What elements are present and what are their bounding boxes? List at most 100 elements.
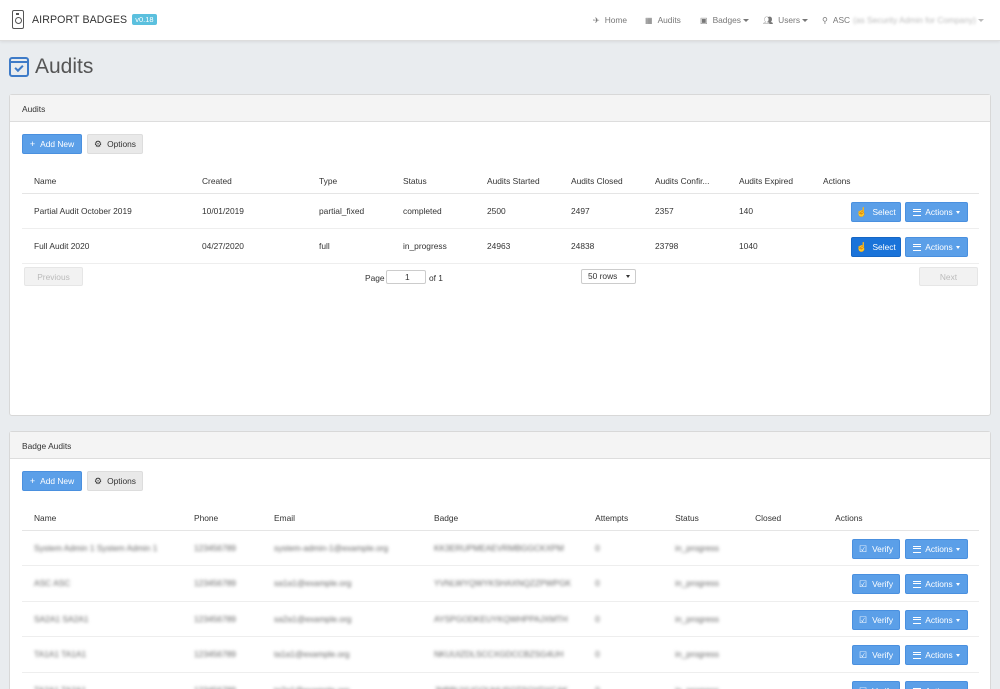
badge-code: JNBBUYUGQUHUSQTSQYDYCAK <box>422 672 584 689</box>
previous-page-button[interactable]: Previous <box>24 267 83 286</box>
col-type[interactable]: Type <box>307 169 391 194</box>
actions-label: Actions <box>925 242 953 252</box>
verify-button[interactable]: ☑ Verify <box>852 574 900 594</box>
nav-audits[interactable]: ▦ Audits <box>645 15 681 25</box>
badge-attempts: 0 <box>583 565 664 602</box>
col-audits-started[interactable]: Audits Started <box>475 169 559 194</box>
page-header: Audits <box>9 55 93 79</box>
actions-dropdown-button[interactable]: Actions <box>905 237 968 257</box>
actions-dropdown-button[interactable]: Actions <box>905 681 968 689</box>
audit-type: full <box>307 228 391 264</box>
page-number-input[interactable]: 1 <box>386 270 426 284</box>
plus-icon: + <box>29 139 36 149</box>
badge-email: sa2a1@example.org <box>262 601 422 637</box>
verify-label: Verify <box>872 579 894 589</box>
badge-audits-panel-heading: Badge Audits <box>10 432 990 459</box>
badge-attempts: 0 <box>583 601 664 637</box>
verify-button[interactable]: ☑ Verify <box>852 539 900 559</box>
badge-closed <box>743 530 824 566</box>
col-closed[interactable]: Closed <box>743 506 824 531</box>
actions-dropdown-button[interactable]: Actions <box>905 574 968 594</box>
actions-dropdown-button[interactable]: Actions <box>905 202 968 222</box>
badge-user-name: System Admin 1 System Admin 1 <box>22 530 182 566</box>
badge-phone: 123456789 <box>182 672 262 689</box>
audit-name: Full Audit 2020 <box>22 228 190 264</box>
page-count-label: of 1 <box>429 273 443 283</box>
version-badge: v0.18 <box>132 14 157 25</box>
col-audits-expired[interactable]: Audits Expired <box>727 169 811 194</box>
nav-badges[interactable]: ▣ Badges <box>700 15 749 25</box>
table-row: Partial Audit October 2019 10/01/2019 pa… <box>22 193 979 229</box>
gear-icon: ⚙ <box>94 475 103 486</box>
list-icon <box>913 651 922 659</box>
chevron-down-icon <box>977 18 984 22</box>
badge-user-name: TA2A1 TA2A1 <box>22 672 182 689</box>
gear-icon: ⚙ <box>94 138 103 149</box>
col-status[interactable]: Status <box>391 169 475 194</box>
nav-user-menu[interactable]: ⚲ ASC (as Security Admin for Company) <box>822 15 984 25</box>
nav-badges-label: Badges <box>712 15 741 25</box>
verify-label: Verify <box>872 650 894 660</box>
badge-phone: 123456789 <box>182 636 262 673</box>
badge-attempts: 0 <box>583 672 664 689</box>
actions-dropdown-button[interactable]: Actions <box>905 610 968 630</box>
col-status[interactable]: Status <box>663 506 744 531</box>
col-badge[interactable]: Badge <box>422 506 584 531</box>
col-name[interactable]: Name <box>22 506 182 531</box>
nav-home-label: Home <box>604 15 628 25</box>
badge-code: AYSPGODKEUYKQWHPPAJXMTH <box>422 601 584 637</box>
chevron-down-icon <box>955 618 960 622</box>
col-email[interactable]: Email <box>262 506 422 531</box>
select-button[interactable]: ☝ Select <box>851 237 901 257</box>
actions-dropdown-button[interactable]: Actions <box>905 539 968 559</box>
badge-audits-panel: Badge Audits + Add New ⚙ Options Name Ph… <box>9 431 991 689</box>
col-created[interactable]: Created <box>190 169 307 194</box>
table-row: Full Audit 2020 04/27/2020 full in_progr… <box>22 228 979 264</box>
brand[interactable]: AIRPORT BADGES v0.18 <box>12 10 157 29</box>
audits-panel: Audits + Add New ⚙ Options Name Created … <box>9 94 991 416</box>
audit-created: 10/01/2019 <box>190 193 307 229</box>
col-attempts[interactable]: Attempts <box>583 506 664 531</box>
nav-users[interactable]: 👥︎ Users <box>763 15 809 25</box>
actions-dropdown-button[interactable]: Actions <box>905 645 968 665</box>
col-phone[interactable]: Phone <box>182 506 262 531</box>
actions-label: Actions <box>925 579 953 589</box>
verify-button[interactable]: ☑ Verify <box>852 645 900 665</box>
badge-email: ta1a1@example.org <box>262 636 422 673</box>
audit-name: Partial Audit October 2019 <box>22 193 190 229</box>
badge-phone: 123456789 <box>182 565 262 602</box>
audit-confirmed: 23798 <box>643 228 727 264</box>
select-button[interactable]: ☝ Select <box>851 202 901 222</box>
col-name[interactable]: Name <box>22 169 190 194</box>
audits-table-header: Name Created Type Status Audits Started … <box>22 169 979 194</box>
edit-check-icon: ☑ <box>858 543 868 554</box>
col-audits-closed[interactable]: Audits Closed <box>559 169 643 194</box>
audits-options-button[interactable]: ⚙ Options <box>87 134 143 154</box>
chevron-down-icon <box>955 653 960 657</box>
edit-check-icon: ☑ <box>858 614 868 625</box>
badge-email: sa1a1@example.org <box>262 565 422 602</box>
next-page-button[interactable]: Next <box>919 267 978 286</box>
actions-label: Actions <box>925 207 953 217</box>
col-audits-confirmed[interactable]: Audits Confir... <box>643 169 727 194</box>
top-navbar: AIRPORT BADGES v0.18 ✈ Home ▦ Audits ▣ B… <box>0 0 1000 41</box>
rows-per-page-select[interactable]: 50 rows <box>581 269 636 284</box>
verify-button[interactable]: ☑ Verify <box>852 610 900 630</box>
nav-home[interactable]: ✈ Home <box>593 15 627 25</box>
actions-label: Actions <box>925 615 953 625</box>
badge-closed <box>743 672 824 689</box>
table-row: TA1A1 TA1A1 123456789 ta1a1@example.org … <box>22 636 979 673</box>
badge-icon: ▣ <box>700 15 708 25</box>
add-audit-button[interactable]: + Add New <box>22 134 82 154</box>
users-icon: 👥︎ <box>763 15 774 25</box>
add-badge-audit-button[interactable]: + Add New <box>22 471 82 491</box>
edit-check-icon: ☑ <box>858 649 868 660</box>
verify-button[interactable]: ☑ Verify <box>852 681 900 689</box>
edit-check-icon: ☑ <box>859 686 867 689</box>
badge-options-button[interactable]: ⚙ Options <box>87 471 143 491</box>
audit-started: 24963 <box>475 228 559 264</box>
table-row: SA2A1 SA2A1 123456789 sa2a1@example.org … <box>22 601 979 637</box>
badge-closed <box>743 565 824 602</box>
verify-label: Verify <box>872 615 894 625</box>
page-title: Audits <box>35 55 94 78</box>
